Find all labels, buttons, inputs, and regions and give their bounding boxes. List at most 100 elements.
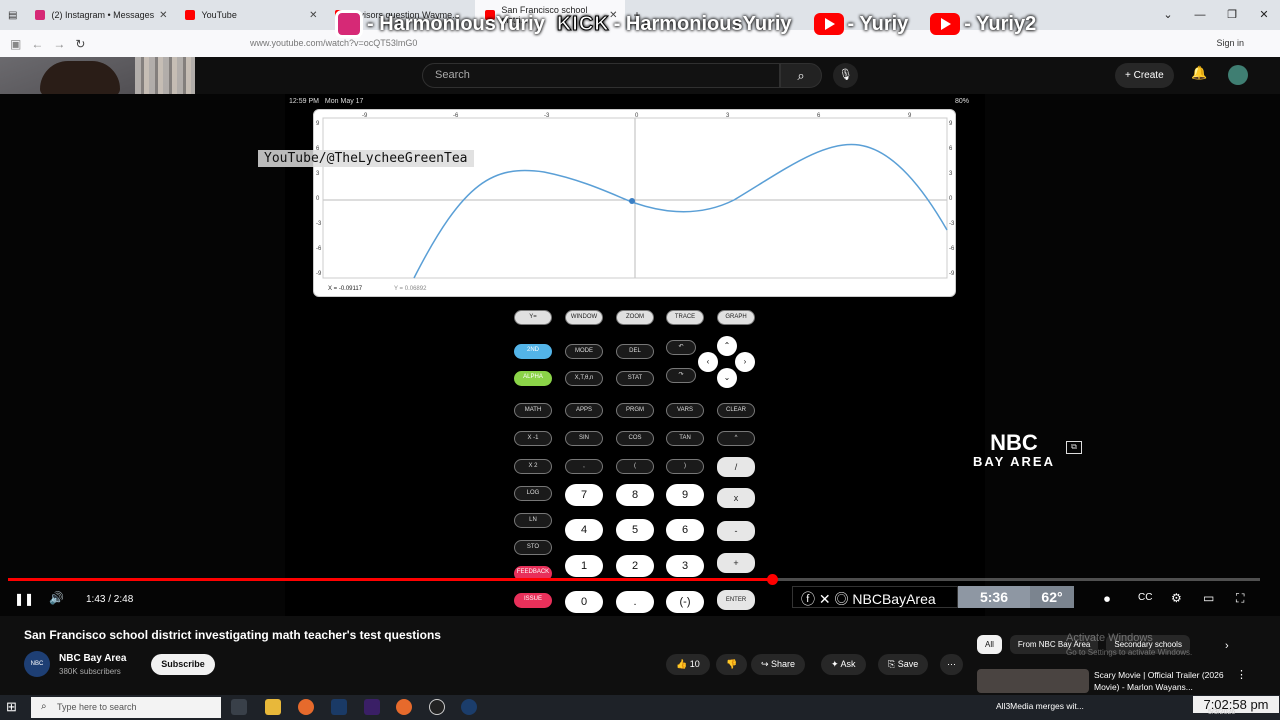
key-alpha: ALPHA [514, 371, 552, 386]
recommended-title[interactable]: Scary Movie | Official Trailer (2026 Mov… [1094, 669, 1244, 693]
obs-icon[interactable] [429, 699, 445, 715]
sign-in-button[interactable]: Sign in [1216, 38, 1244, 48]
firefox-active-icon[interactable] [396, 699, 412, 715]
firefox-icon[interactable] [298, 699, 314, 715]
key-8: 8 [616, 484, 654, 506]
sidebar-icon[interactable]: ▣ [10, 37, 21, 51]
start-icon[interactable]: ⊞ [6, 699, 17, 715]
miniplayer-icon[interactable]: ⧉ [1066, 441, 1082, 454]
thumbs-down-icon: 👎 [726, 659, 738, 669]
key-pow: ^ [717, 431, 755, 446]
channel-name[interactable]: NBC Bay Area [59, 653, 126, 664]
recommended-thumbnail[interactable] [977, 669, 1089, 693]
forward-icon[interactable]: → [53, 37, 65, 51]
reload-icon[interactable]: ↻ [75, 37, 85, 51]
premiere-icon[interactable] [364, 699, 380, 715]
instagram-icon [35, 10, 46, 20]
dpad-up-icon: ⌃ [717, 336, 737, 356]
key-2: 2 [616, 555, 654, 577]
key-dot: . [616, 591, 654, 613]
captions-icon[interactable]: CC [1138, 592, 1152, 603]
avatar[interactable] [1228, 65, 1248, 85]
key-mode: MODE [565, 344, 603, 359]
subscribe-button[interactable]: Subscribe [151, 654, 215, 675]
tab-label: (2) Instagram • Messages [51, 10, 155, 20]
trace-point [629, 198, 635, 204]
mic-icon[interactable]: 🎙 [833, 63, 858, 88]
key-xton: X,T,θ,n [565, 371, 603, 386]
fullscreen-icon[interactable]: ⛶ [1236, 591, 1244, 606]
windows-taskbar: ⊞ Type here to search ⌕ All3Media merges… [0, 695, 1280, 720]
volume-icon[interactable]: 🔊 [49, 591, 64, 605]
tab-list-icon[interactable]: ⌄ [1152, 0, 1184, 30]
x-tick-label: -9 [362, 113, 368, 119]
key-cos: COS [616, 431, 654, 446]
save-button[interactable]: ⎘ Save [878, 654, 929, 675]
nbc-logo-bottom: BAY AREA [973, 454, 1055, 469]
key-zoom: ZOOM [616, 310, 654, 325]
like-count: 10 [689, 659, 700, 669]
chip-all[interactable]: All [977, 635, 1002, 654]
key-3: 3 [666, 555, 704, 577]
y-tick-label: 0 [949, 196, 953, 202]
chip-next-icon[interactable]: › [1225, 640, 1229, 652]
steam-icon[interactable] [461, 699, 477, 715]
photoshop-icon[interactable] [331, 699, 347, 715]
ipad-status-bar: 12:59 PM Mon May 17 80% [289, 98, 981, 105]
youtube-icon [185, 10, 196, 20]
y-readout: Y = 0.06892 [394, 286, 427, 292]
key-y: Y= [514, 310, 552, 325]
youtube-handle-2: - Yuriy2 [930, 13, 1036, 36]
file-explorer-icon[interactable] [265, 699, 281, 715]
tab-instagram[interactable]: (2) Instagram • Messages ✕ [25, 0, 175, 30]
close-window-icon[interactable]: ✕ [1248, 0, 1280, 30]
watermark: YouTube/@TheLycheeGreenTea [258, 150, 474, 167]
taskbar-notification[interactable]: All3Media merges wit... [996, 701, 1084, 711]
channel-logo[interactable]: NBC [24, 651, 50, 677]
streamer-hair [40, 61, 120, 96]
status-time: 12:59 PM [289, 98, 319, 105]
tab-youtube[interactable]: YouTube ✕ [175, 0, 325, 30]
create-button[interactable]: + Create [1115, 63, 1174, 88]
like-button[interactable]: 👍 10 [666, 654, 710, 675]
social-icons: ⓕ ✕ ◎ [801, 591, 853, 607]
close-icon[interactable]: ✕ [159, 10, 167, 21]
key-vars: VARS [666, 403, 704, 418]
instagram-handle: - HarmoniousYuriy [335, 10, 545, 38]
kick-handle-text: - HarmoniousYuriy [613, 12, 792, 35]
search-icon[interactable]: ⌕ [780, 63, 822, 88]
task-view-icon[interactable] [231, 699, 247, 715]
key-plus: + [717, 553, 755, 573]
restore-icon[interactable]: ❐ [1216, 0, 1248, 30]
minimize-icon[interactable]: — [1184, 0, 1216, 30]
back-icon[interactable]: ← [31, 37, 43, 51]
progress-bar[interactable] [8, 574, 1260, 585]
theater-mode-icon[interactable]: ▭ [1203, 591, 1214, 605]
search-input[interactable]: Search [422, 63, 780, 88]
key-enter: ENTER [717, 590, 755, 610]
pause-icon[interactable]: ❚❚ [14, 592, 34, 606]
y-tick-label: -9 [949, 271, 955, 277]
video-player[interactable]: 12:59 PM Mon May 17 80% -9 -6 -3 0 3 6 9 9630-… [0, 94, 1280, 616]
tab-overview-icon[interactable]: ▤ [0, 10, 25, 21]
dislike-button[interactable]: 👎 [716, 654, 748, 675]
date: 5/3/2026 [1208, 709, 1236, 716]
y-tick-label: -6 [316, 246, 322, 252]
share-button[interactable]: ↪ Share [751, 654, 806, 675]
ask-label: Ask [840, 659, 856, 669]
autoplay-toggle[interactable]: ⏺ [1104, 592, 1110, 607]
progress-scrubber[interactable] [766, 574, 778, 585]
key-issue: ISSUE [514, 593, 552, 608]
close-icon[interactable]: ✕ [309, 10, 317, 21]
key-lparen: ( [616, 459, 654, 474]
taskbar-search[interactable]: Type here to search [31, 697, 221, 718]
share-icon: ↪ [761, 659, 772, 669]
bookmark-icon: ⎘ [888, 659, 898, 669]
settings-gear-icon[interactable]: ⚙ [1171, 591, 1182, 605]
more-actions-button[interactable]: ⋯ [940, 654, 963, 675]
more-vert-icon[interactable]: ⋮ [1236, 668, 1247, 681]
plus-icon: + [1125, 70, 1134, 81]
ask-button[interactable]: ✦ Ask [821, 654, 866, 675]
bell-icon[interactable]: 🔔 [1191, 65, 1207, 81]
address-field[interactable]: www.youtube.com/watch?v=ocQT53lmG0 [250, 38, 417, 48]
